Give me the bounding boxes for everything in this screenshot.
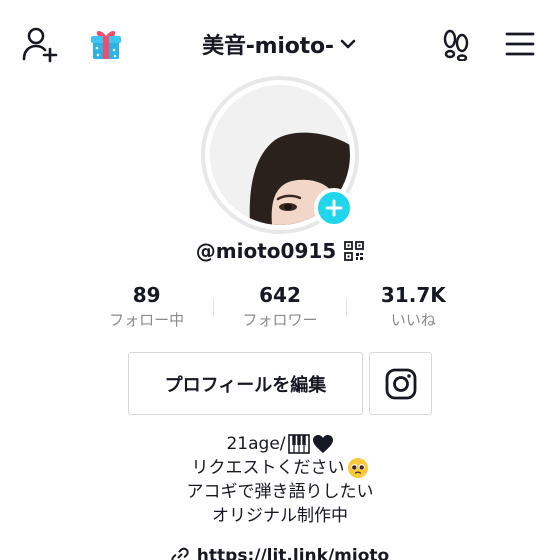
bio-text: オリジナル制作中	[212, 506, 348, 526]
bio-line: オリジナル制作中	[0, 504, 560, 528]
bio-text: リクエストください	[191, 458, 345, 478]
link-text[interactable]: https://lit.link/mioto	[197, 546, 389, 560]
followers-label: フォロワー	[242, 311, 318, 329]
stat-likes[interactable]: 31.7K いいね	[347, 282, 480, 338]
add-avatar-button[interactable]	[314, 188, 354, 228]
bio: 21age/ リクエストください アコギで弾き語りしたい オリジナル制作中	[0, 432, 560, 528]
menu-button[interactable]	[498, 22, 542, 66]
qr-code-icon[interactable]	[344, 241, 365, 261]
following-count: 89	[132, 283, 161, 307]
followers-count: 642	[259, 283, 301, 307]
gift-button[interactable]	[84, 22, 128, 66]
account-name: 美音-mioto-	[202, 34, 334, 59]
hamburger-menu-icon	[505, 32, 535, 56]
pleading-face-icon	[347, 458, 368, 478]
chevron-down-icon	[340, 39, 356, 49]
stats-row: 89 フォロー中 642 フォロワー 31.7K いいね	[80, 282, 480, 338]
bio-text: 21age/	[226, 434, 286, 454]
add-user-icon	[22, 27, 58, 63]
link-icon	[171, 547, 189, 560]
handle-row: @mioto0915	[0, 236, 560, 266]
following-label: フォロー中	[109, 311, 185, 329]
likes-count: 31.7K	[380, 283, 446, 307]
footprint-button[interactable]	[434, 22, 478, 66]
bio-line: リクエストください	[0, 456, 560, 480]
bio-line: アコギで弾き語りしたい	[0, 480, 560, 504]
bio-text: アコギで弾き語りしたい	[186, 482, 374, 502]
stat-followers[interactable]: 642 フォロワー	[213, 282, 346, 338]
account-switcher[interactable]: 美音-mioto-	[190, 22, 370, 66]
instagram-button[interactable]	[369, 352, 432, 415]
stat-following[interactable]: 89 フォロー中	[80, 282, 213, 338]
edit-profile-button[interactable]: プロフィールを編集	[128, 352, 363, 415]
add-user-button[interactable]	[18, 22, 62, 66]
bio-line: 21age/	[0, 432, 560, 456]
username-handle: @mioto0915	[195, 239, 337, 263]
instagram-icon	[385, 368, 416, 399]
gift-icon	[91, 31, 121, 59]
top-bar: 美音-mioto-	[0, 0, 560, 84]
black-heart-icon	[312, 435, 333, 453]
plus-icon	[325, 199, 343, 217]
likes-label: いいね	[390, 311, 436, 329]
piano-keys-icon	[287, 434, 310, 454]
profile-link[interactable]: https://lit.link/mioto	[0, 542, 560, 560]
footprint-icon	[443, 29, 469, 61]
